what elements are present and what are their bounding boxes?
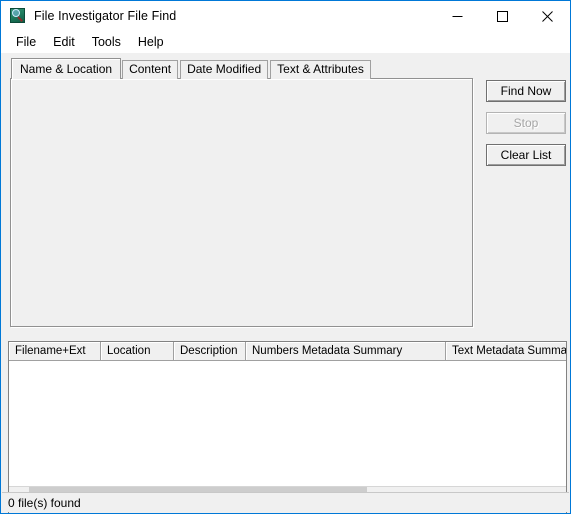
menu-item-edit[interactable]: Edit: [45, 33, 84, 51]
maximize-button[interactable]: [480, 1, 525, 31]
window-controls: [435, 1, 570, 31]
column-header-text-metadata-summary[interactable]: Text Metadata Summary: [446, 342, 566, 360]
menu-item-tools[interactable]: Tools: [84, 33, 130, 51]
tab-strip: Name & Location Content Date Modified Te…: [11, 58, 373, 79]
status-text: 0 file(s) found: [8, 495, 81, 510]
clear-list-button[interactable]: Clear List: [486, 144, 566, 166]
column-header-filename-ext[interactable]: Filename+Ext: [9, 342, 101, 360]
find-now-button[interactable]: Find Now: [486, 80, 566, 102]
menu-item-help[interactable]: Help: [130, 33, 173, 51]
maximize-icon: [497, 10, 508, 22]
application-window: File Investigator File Find File Edit To…: [0, 0, 571, 514]
tab-panel-name-and-location: [10, 78, 473, 327]
close-icon: [542, 10, 553, 22]
results-column-header: Filename+Ext Location Description Number…: [9, 342, 566, 361]
results-list: Filename+Ext Location Description Number…: [8, 341, 567, 507]
window-title: File Investigator File Find: [34, 9, 177, 23]
column-header-description[interactable]: Description: [174, 342, 246, 360]
client-area: Name & Location Content Date Modified Te…: [2, 53, 569, 513]
stop-button: Stop: [486, 112, 566, 134]
tab-content[interactable]: Content: [122, 60, 179, 79]
tab-text-and-attributes[interactable]: Text & Attributes: [270, 60, 371, 79]
column-header-location[interactable]: Location: [101, 342, 174, 360]
menu-item-file[interactable]: File: [8, 33, 45, 51]
close-button[interactable]: [525, 1, 570, 31]
menu-bar: File Edit Tools Help: [1, 31, 570, 53]
results-list-body[interactable]: [9, 361, 566, 485]
minimize-icon: [452, 15, 463, 17]
title-bar: File Investigator File Find: [1, 1, 570, 31]
tab-date-modified[interactable]: Date Modified: [180, 60, 269, 79]
status-bar: 0 file(s) found: [2, 492, 569, 512]
column-header-numbers-metadata-summary[interactable]: Numbers Metadata Summary: [246, 342, 446, 360]
tab-name-and-location[interactable]: Name & Location: [11, 58, 122, 79]
action-button-column: Find Now Stop Clear List: [486, 80, 566, 176]
file-search-icon: [10, 8, 26, 24]
minimize-button[interactable]: [435, 1, 480, 31]
